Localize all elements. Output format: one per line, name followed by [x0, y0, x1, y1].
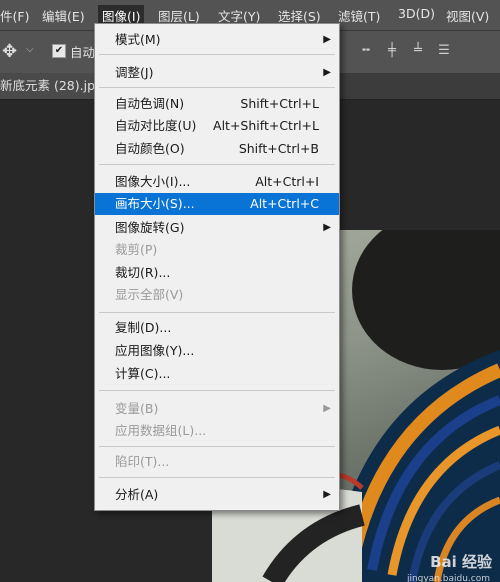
menu-item-label: 自动颜色(O): [115, 141, 185, 156]
menu-view[interactable]: 视图(V): [446, 6, 489, 25]
submenu-arrow-icon: ▶: [323, 34, 331, 45]
menu-item-label: 模式(M): [115, 32, 161, 47]
menu-item-label: 图像大小(I)...: [115, 174, 191, 189]
menu-item-trim[interactable]: 裁切(R)...: [95, 262, 339, 284]
menu-item-auto-color[interactable]: 自动颜色(O) Shift+Ctrl+B: [95, 138, 339, 160]
menu-item-apply-data-set: 应用数据组(L)...: [95, 420, 339, 442]
menu-separator: [99, 87, 335, 88]
menu-separator: [99, 164, 335, 165]
menu-item-label: 陷印(T)...: [115, 454, 170, 469]
image-menu-dropdown: 模式(M) ▶ 调整(J) ▶ 自动色调(N) Shift+Ctrl+L 自动对…: [94, 23, 340, 511]
menu-item-adjust[interactable]: 调整(J) ▶: [95, 62, 339, 84]
menu-item-auto-tone[interactable]: 自动色调(N) Shift+Ctrl+L: [95, 93, 339, 115]
menu-item-analysis[interactable]: 分析(A) ▶: [95, 484, 339, 506]
baidu-watermark-url: jingyan.baidu.com: [406, 574, 490, 582]
menu-item-label: 图像旋转(G): [115, 220, 185, 235]
menu-item-label: 显示全部(V): [115, 287, 184, 302]
menu-item-label: 应用数据组(L)...: [115, 423, 207, 438]
menu-edit[interactable]: 编辑(E): [42, 6, 85, 25]
menu-item-label: 变量(B): [115, 401, 159, 416]
submenu-arrow-icon: ▶: [323, 67, 331, 78]
menu-separator: [99, 446, 335, 447]
menu-item-label: 分析(A): [115, 487, 159, 502]
menu-item-shortcut: Alt+Shift+Ctrl+L: [213, 118, 319, 133]
menu-separator: [99, 312, 335, 313]
chevron-down-icon[interactable]: ⌵: [26, 44, 34, 55]
menu-file[interactable]: 件(F): [0, 6, 29, 25]
align-middle-icon[interactable]: ╪: [384, 43, 400, 59]
menu-item-calculations[interactable]: 计算(C)...: [95, 363, 339, 385]
align-controls: ╍ ╪ ╧ ☰: [358, 43, 452, 59]
baidu-watermark: Bai 经验: [430, 553, 492, 571]
menu-filter[interactable]: 滤镜(T): [338, 6, 380, 25]
menu-separator: [99, 54, 335, 55]
menu-item-label: 复制(D)...: [115, 320, 172, 335]
menu-item-shortcut: Shift+Ctrl+L: [240, 96, 319, 111]
menu-item-shortcut: Alt+Ctrl+I: [255, 174, 319, 189]
menu-item-shortcut: Alt+Ctrl+C: [250, 196, 319, 211]
submenu-arrow-icon: ▶: [323, 222, 331, 233]
menu-item-canvas-size[interactable]: 画布大小(S)... Alt+Ctrl+C: [95, 193, 339, 215]
menu-item-label: 画布大小(S)...: [115, 196, 195, 211]
menu-item-label: 自动对比度(U): [115, 118, 197, 133]
menu-3d[interactable]: 3D(D): [398, 6, 435, 21]
menu-item-auto-contrast[interactable]: 自动对比度(U) Alt+Shift+Ctrl+L: [95, 115, 339, 137]
menu-item-label: 自动色调(N): [115, 96, 185, 111]
align-top-icon[interactable]: ╍: [358, 43, 374, 59]
menu-item-mode[interactable]: 模式(M) ▶: [95, 29, 339, 51]
menu-item-crop: 裁剪(P): [95, 239, 339, 261]
menu-item-apply-image[interactable]: 应用图像(Y)...: [95, 340, 339, 362]
menu-separator: [99, 390, 335, 391]
menu-item-shortcut: Shift+Ctrl+B: [238, 141, 319, 156]
menu-item-image-rotation[interactable]: 图像旋转(G) ▶: [95, 217, 339, 239]
submenu-arrow-icon: ▶: [323, 489, 331, 500]
menu-item-label: 调整(J): [115, 65, 154, 80]
menu-item-trap: 陷印(T)...: [95, 451, 339, 473]
menu-item-duplicate[interactable]: 复制(D)...: [95, 317, 339, 339]
menu-item-label: 裁剪(P): [115, 242, 158, 257]
menu-separator: [99, 477, 335, 478]
distribute-icon[interactable]: ☰: [436, 43, 452, 59]
menu-item-variables: 变量(B) ▶: [95, 398, 339, 420]
move-tool-icon[interactable]: ✥: [2, 41, 17, 62]
menu-item-label: 计算(C)...: [115, 366, 171, 381]
align-bottom-icon[interactable]: ╧: [410, 43, 426, 59]
menu-item-reveal-all: 显示全部(V): [95, 284, 339, 306]
auto-select-checkbox[interactable]: ✔: [52, 44, 66, 58]
menu-item-label: 应用图像(Y)...: [115, 343, 195, 358]
menu-item-image-size[interactable]: 图像大小(I)... Alt+Ctrl+I: [95, 171, 339, 193]
submenu-arrow-icon: ▶: [323, 403, 331, 414]
auto-select-label: 自动: [70, 45, 96, 60]
menu-item-label: 裁切(R)...: [115, 265, 171, 280]
